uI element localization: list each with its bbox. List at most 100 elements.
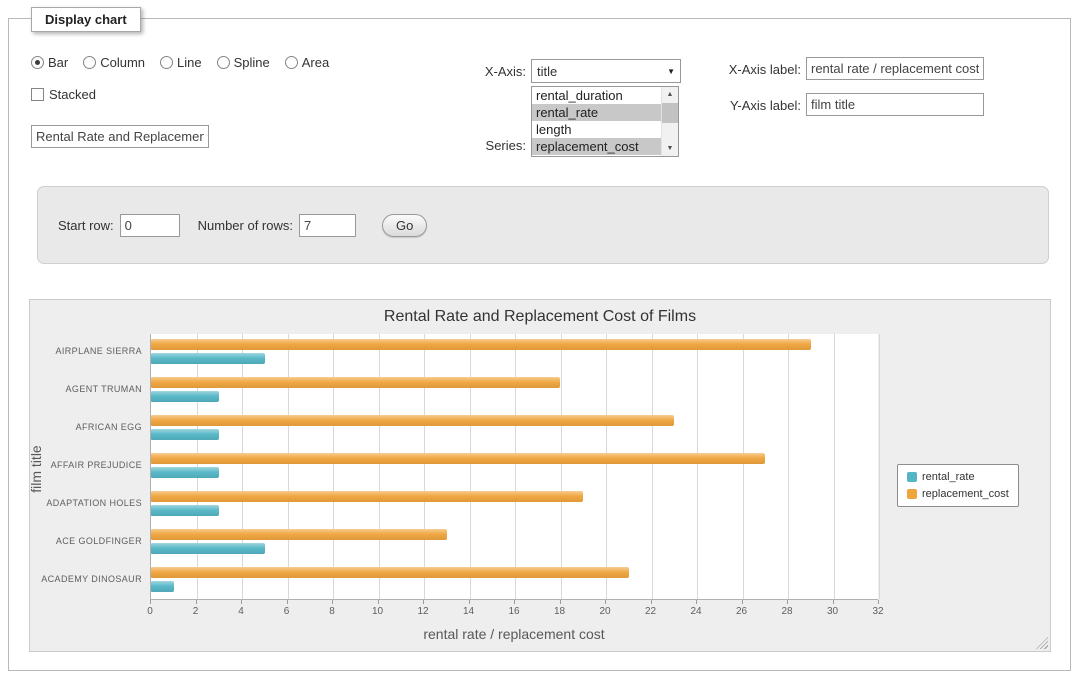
series-option-rental_rate[interactable]: rental_rate xyxy=(532,104,661,121)
chart-type-option-area[interactable]: Area xyxy=(285,55,329,70)
bar-replacement_cost[interactable] xyxy=(151,339,811,350)
category-label: ACADEMY DINOSAUR xyxy=(41,574,142,584)
x-tick-label: 14 xyxy=(463,606,474,617)
tick-mark xyxy=(241,600,242,604)
series-option-rental_duration[interactable]: rental_duration xyxy=(532,87,661,104)
gridline xyxy=(470,334,471,599)
number-of-rows-input[interactable] xyxy=(299,214,356,237)
bar-replacement_cost[interactable] xyxy=(151,377,560,388)
tick-mark xyxy=(742,600,743,604)
gridline xyxy=(879,334,880,599)
x-tick-label: 4 xyxy=(238,606,244,617)
row-controls-panel: Start row: Number of rows: Go xyxy=(37,186,1049,264)
legend-item-rental_rate[interactable]: rental_rate xyxy=(907,471,1009,483)
tick-mark xyxy=(150,600,151,604)
bar-replacement_cost[interactable] xyxy=(151,529,447,540)
tick-mark xyxy=(469,600,470,604)
plot-area xyxy=(150,334,878,600)
category-label: ACE GOLDFINGER xyxy=(56,536,142,546)
bar-replacement_cost[interactable] xyxy=(151,567,629,578)
gridline xyxy=(834,334,835,599)
gridline xyxy=(606,334,607,599)
category-label: AGENT TRUMAN xyxy=(66,384,142,394)
legend-label: rental_rate xyxy=(922,471,975,483)
x-axis-title: rental rate / replacement cost xyxy=(150,626,878,642)
x-axis-select-value: title xyxy=(537,64,557,79)
gridline xyxy=(743,334,744,599)
bar-rental_rate[interactable] xyxy=(151,505,219,516)
number-of-rows-label: Number of rows: xyxy=(198,218,293,233)
gridline xyxy=(242,334,243,599)
x-tick-label: 18 xyxy=(554,606,565,617)
chart-type-option-line[interactable]: Line xyxy=(160,55,202,70)
x-tick-label: 10 xyxy=(372,606,383,617)
gridline xyxy=(333,334,334,599)
category-label: ADAPTATION HOLES xyxy=(46,498,142,508)
series-options: rental_durationrental_ratelengthreplacem… xyxy=(532,87,661,156)
gridline xyxy=(379,334,380,599)
y-axis-label-input[interactable] xyxy=(806,93,984,116)
chart-type-option-column[interactable]: Column xyxy=(83,55,145,70)
stacked-option[interactable]: Stacked xyxy=(31,87,96,102)
tick-mark xyxy=(787,600,788,604)
x-tick-label: 20 xyxy=(599,606,610,617)
bar-replacement_cost[interactable] xyxy=(151,415,674,426)
stacked-checkbox[interactable] xyxy=(31,88,44,101)
start-row-input[interactable] xyxy=(120,214,180,237)
x-tick-label: 16 xyxy=(508,606,519,617)
radio-icon[interactable] xyxy=(160,56,173,69)
gridline xyxy=(288,334,289,599)
x-axis-ticks: 02468101214161820222426283032 xyxy=(30,600,1050,624)
scroll-down-icon[interactable]: ▼ xyxy=(662,141,678,156)
chart-title-input[interactable] xyxy=(31,125,209,148)
gridline xyxy=(652,334,653,599)
chart-type-option-bar[interactable]: Bar xyxy=(31,55,68,70)
bar-rental_rate[interactable] xyxy=(151,391,219,402)
bar-rental_rate[interactable] xyxy=(151,467,219,478)
gridline xyxy=(515,334,516,599)
x-tick-label: 22 xyxy=(645,606,656,617)
tick-mark xyxy=(287,600,288,604)
gridline xyxy=(697,334,698,599)
chart-type-option-label: Line xyxy=(177,55,202,70)
go-button[interactable]: Go xyxy=(382,214,427,237)
x-tick-label: 0 xyxy=(147,606,153,617)
start-row-label: Start row: xyxy=(58,218,114,233)
bar-rental_rate[interactable] xyxy=(151,543,265,554)
x-tick-label: 24 xyxy=(690,606,701,617)
x-tick-label: 26 xyxy=(736,606,747,617)
x-tick-label: 30 xyxy=(827,606,838,617)
bar-replacement_cost[interactable] xyxy=(151,453,765,464)
bar-rental_rate[interactable] xyxy=(151,429,219,440)
stacked-label: Stacked xyxy=(49,87,96,102)
x-tick-label: 32 xyxy=(872,606,883,617)
radio-icon[interactable] xyxy=(217,56,230,69)
series-listbox[interactable]: rental_durationrental_ratelengthreplacem… xyxy=(531,86,679,157)
bar-rental_rate[interactable] xyxy=(151,353,265,364)
tick-mark xyxy=(196,600,197,604)
x-tick-label: 8 xyxy=(329,606,335,617)
x-tick-label: 2 xyxy=(193,606,199,617)
series-option-length[interactable]: length xyxy=(532,121,661,138)
category-label: AFFAIR PREJUDICE xyxy=(51,460,142,470)
category-labels: AIRPLANE SIERRAAGENT TRUMANAFRICAN EGGAF… xyxy=(30,334,142,600)
resize-handle-icon[interactable] xyxy=(1036,637,1048,649)
chart-type-option-spline[interactable]: Spline xyxy=(217,55,270,70)
radio-icon[interactable] xyxy=(83,56,96,69)
x-axis-label-input[interactable] xyxy=(806,57,984,80)
chart-type-option-label: Spline xyxy=(234,55,270,70)
bar-replacement_cost[interactable] xyxy=(151,491,583,502)
legend-label: replacement_cost xyxy=(922,488,1009,500)
chart-container: Rental Rate and Replacement Cost of Film… xyxy=(29,299,1051,652)
radio-icon[interactable] xyxy=(285,56,298,69)
category-label: AIRPLANE SIERRA xyxy=(55,346,142,356)
legend-item-replacement_cost[interactable]: replacement_cost xyxy=(907,488,1009,500)
tick-mark xyxy=(514,600,515,604)
radio-icon[interactable] xyxy=(31,56,44,69)
series-option-replacement_cost[interactable]: replacement_cost xyxy=(532,138,661,155)
x-axis-select[interactable]: title ▼ xyxy=(531,59,681,83)
chart-title: Rental Rate and Replacement Cost of Film… xyxy=(30,308,1050,326)
chart-type-radiogroup: Bar Column Line Spline Area xyxy=(31,55,329,70)
tick-mark xyxy=(378,600,379,604)
bar-rental_rate[interactable] xyxy=(151,581,174,592)
